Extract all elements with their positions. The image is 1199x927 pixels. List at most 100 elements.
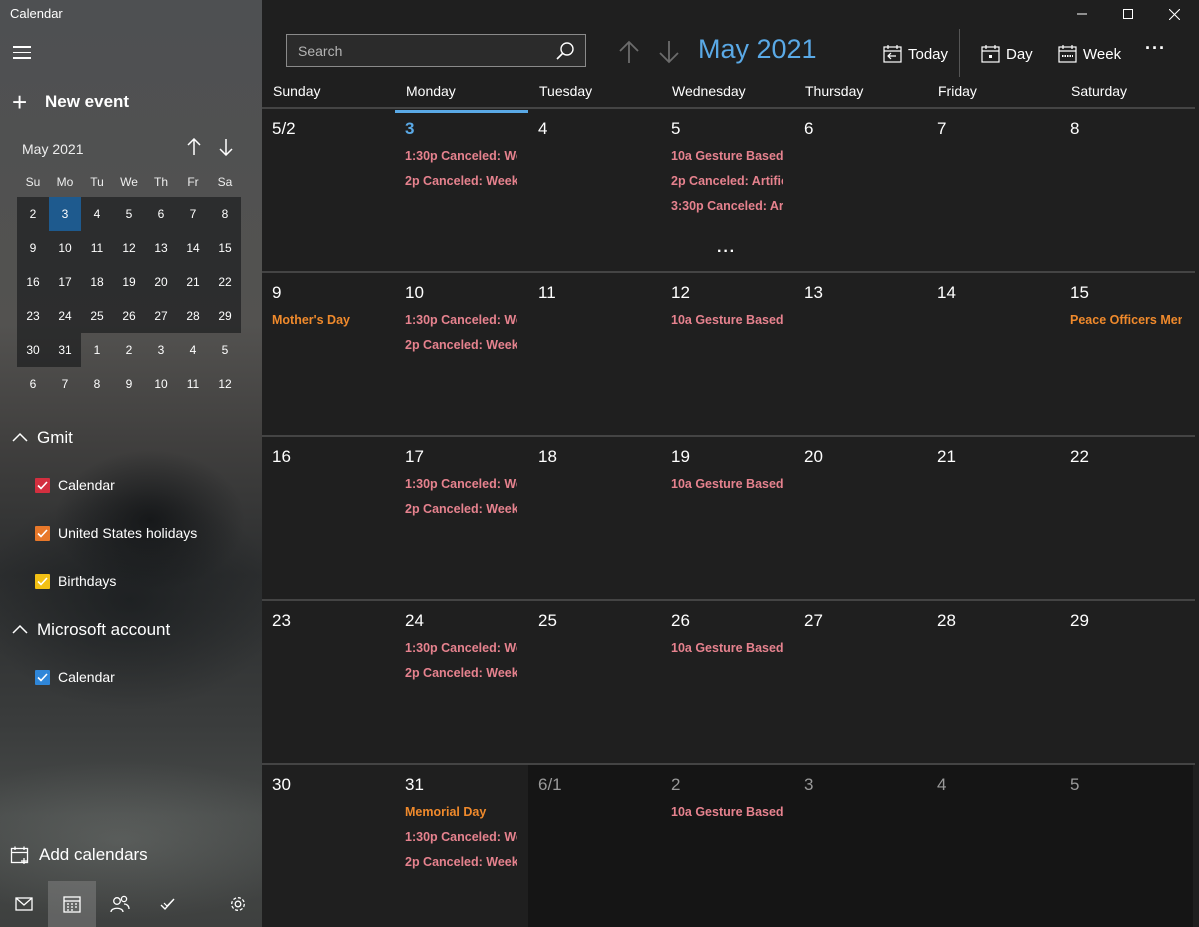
- calendar-event[interactable]: 2p Canceled: Artific: [671, 174, 783, 188]
- day-cell[interactable]: 14: [927, 273, 1060, 435]
- day-cell[interactable]: 26 10a Gesture Based I: [661, 601, 794, 763]
- mini-calendar-day[interactable]: 8: [81, 367, 113, 401]
- mini-calendar-day[interactable]: 27: [145, 299, 177, 333]
- mini-calendar-day[interactable]: 3: [145, 333, 177, 367]
- mini-calendar-day[interactable]: 12: [209, 367, 241, 401]
- mini-calendar-day[interactable]: 28: [177, 299, 209, 333]
- day-cell[interactable]: 17 1:30p Canceled: We 2p Canceled: Week: [395, 437, 528, 599]
- mini-calendar-day[interactable]: 25: [81, 299, 113, 333]
- mini-calendar-day[interactable]: 2: [17, 197, 49, 231]
- day-cell[interactable]: 4: [528, 109, 661, 271]
- mini-calendar-day[interactable]: 18: [81, 265, 113, 299]
- checkbox-checked-icon[interactable]: [35, 669, 50, 685]
- mini-next-month-arrow-down-icon[interactable]: [216, 138, 236, 161]
- calendar-event[interactable]: 1:30p Canceled: We: [405, 641, 517, 655]
- month-title[interactable]: May 2021: [698, 34, 817, 65]
- search-input[interactable]: [287, 35, 547, 66]
- search-box[interactable]: [286, 34, 586, 67]
- day-cell[interactable]: 7: [927, 109, 1060, 271]
- week-view-button[interactable]: Week: [1058, 42, 1121, 66]
- day-cell[interactable]: 9 Mother's Day: [262, 273, 395, 435]
- account-group-header[interactable]: Microsoft account: [12, 620, 170, 640]
- mini-calendar-day[interactable]: 29: [209, 299, 241, 333]
- mini-calendar-month[interactable]: May 2021: [22, 141, 83, 157]
- mini-calendar-day[interactable]: 10: [145, 367, 177, 401]
- day-cell[interactable]: 6: [794, 109, 927, 271]
- checkbox-checked-icon[interactable]: [35, 573, 50, 589]
- mini-calendar-day[interactable]: 21: [177, 265, 209, 299]
- day-cell[interactable]: 4: [927, 765, 1060, 927]
- day-cell[interactable]: 16: [262, 437, 395, 599]
- calendar-event[interactable]: 10a Gesture Based I: [671, 805, 783, 819]
- day-cell[interactable]: 30: [262, 765, 395, 927]
- mini-calendar-day[interactable]: 7: [177, 197, 209, 231]
- calendar-event[interactable]: 3:30p Canceled: Art: [671, 199, 783, 213]
- day-cell[interactable]: 8: [1060, 109, 1193, 271]
- search-icon[interactable]: [555, 41, 575, 61]
- mini-calendar-day[interactable]: 19: [113, 265, 145, 299]
- day-cell[interactable]: 20: [794, 437, 927, 599]
- mini-calendar-day[interactable]: 24: [49, 299, 81, 333]
- day-cell[interactable]: 5: [1060, 765, 1193, 927]
- day-cell[interactable]: 18: [528, 437, 661, 599]
- mini-calendar-day[interactable]: 15: [209, 231, 241, 265]
- calendar-event[interactable]: 1:30p Canceled: We: [405, 477, 517, 491]
- mini-calendar-day[interactable]: 4: [81, 197, 113, 231]
- calendar-event[interactable]: 1:30p Canceled: We: [405, 830, 517, 844]
- mini-calendar-day[interactable]: 1: [81, 333, 113, 367]
- next-month-arrow-down-icon[interactable]: [655, 36, 683, 68]
- mini-calendar-day[interactable]: 17: [49, 265, 81, 299]
- previous-month-arrow-up-icon[interactable]: [615, 36, 643, 68]
- more-events-indicator[interactable]: ···: [717, 243, 736, 261]
- mini-calendar-day[interactable]: 26: [113, 299, 145, 333]
- holiday-event[interactable]: Memorial Day: [405, 805, 517, 819]
- add-calendars-button[interactable]: Add calendars: [10, 845, 148, 865]
- day-cell[interactable]: 31 Memorial Day 1:30p Canceled: We 2p Cance…: [395, 765, 528, 927]
- mini-calendar-day[interactable]: 11: [177, 367, 209, 401]
- calendar-toggle[interactable]: Calendar: [35, 669, 115, 685]
- mini-calendar-day[interactable]: 31: [49, 333, 81, 367]
- day-cell[interactable]: 27: [794, 601, 927, 763]
- mini-calendar-day[interactable]: 7: [49, 367, 81, 401]
- today-button[interactable]: Today: [883, 42, 948, 66]
- mini-calendar-day[interactable]: 14: [177, 231, 209, 265]
- hamburger-menu-icon[interactable]: [13, 46, 31, 60]
- day-cell[interactable]: 22: [1060, 437, 1193, 599]
- calendar-event[interactable]: 10a Gesture Based I: [671, 477, 783, 491]
- checkbox-checked-icon[interactable]: [35, 525, 50, 541]
- calendar-event[interactable]: 2p Canceled: Week: [405, 666, 517, 680]
- day-cell[interactable]: 3: [794, 765, 927, 927]
- todo-checkmark-icon[interactable]: [144, 881, 192, 927]
- holiday-event[interactable]: Mother's Day: [272, 313, 384, 327]
- day-cell[interactable]: 5/2: [262, 109, 395, 271]
- mini-calendar-day[interactable]: 5: [209, 333, 241, 367]
- mini-calendar-day[interactable]: 23: [17, 299, 49, 333]
- day-cell[interactable]: 3 1:30p Canceled: We 2p Canceled: Week: [395, 109, 528, 271]
- calendar-toggle[interactable]: United States holidays: [35, 525, 197, 541]
- account-group-header[interactable]: Gmit: [12, 428, 73, 448]
- day-cell[interactable]: 29: [1060, 601, 1193, 763]
- day-view-button[interactable]: Day: [981, 42, 1033, 66]
- day-cell[interactable]: 24 1:30p Canceled: We 2p Canceled: Week: [395, 601, 528, 763]
- mini-calendar-day[interactable]: 9: [113, 367, 145, 401]
- calendar-app-icon[interactable]: [48, 881, 96, 927]
- new-event-button[interactable]: + New event: [12, 89, 129, 115]
- checkbox-checked-icon[interactable]: [35, 477, 50, 493]
- mini-calendar-day[interactable]: 2: [113, 333, 145, 367]
- mini-calendar-day[interactable]: 13: [145, 231, 177, 265]
- mini-calendar-day[interactable]: 8: [209, 197, 241, 231]
- maximize-icon[interactable]: [1105, 0, 1151, 28]
- calendar-event[interactable]: 2p Canceled: Week: [405, 174, 517, 188]
- calendar-event[interactable]: 10a Gesture Based I: [671, 149, 783, 163]
- mini-calendar-day[interactable]: 11: [81, 231, 113, 265]
- day-cell[interactable]: 2 10a Gesture Based I: [661, 765, 794, 927]
- day-cell[interactable]: 15 Peace Officers Mem: [1060, 273, 1193, 435]
- mini-calendar-day[interactable]: 9: [17, 231, 49, 265]
- day-cell[interactable]: 28: [927, 601, 1060, 763]
- day-cell[interactable]: 10 1:30p Canceled: We 2p Canceled: Week: [395, 273, 528, 435]
- calendar-event[interactable]: 2p Canceled: Week: [405, 502, 517, 516]
- mini-calendar-day[interactable]: 6: [145, 197, 177, 231]
- mini-prev-month-arrow-up-icon[interactable]: [184, 137, 204, 161]
- calendar-event[interactable]: 10a Gesture Based I: [671, 641, 783, 655]
- mini-calendar-day[interactable]: 6: [17, 367, 49, 401]
